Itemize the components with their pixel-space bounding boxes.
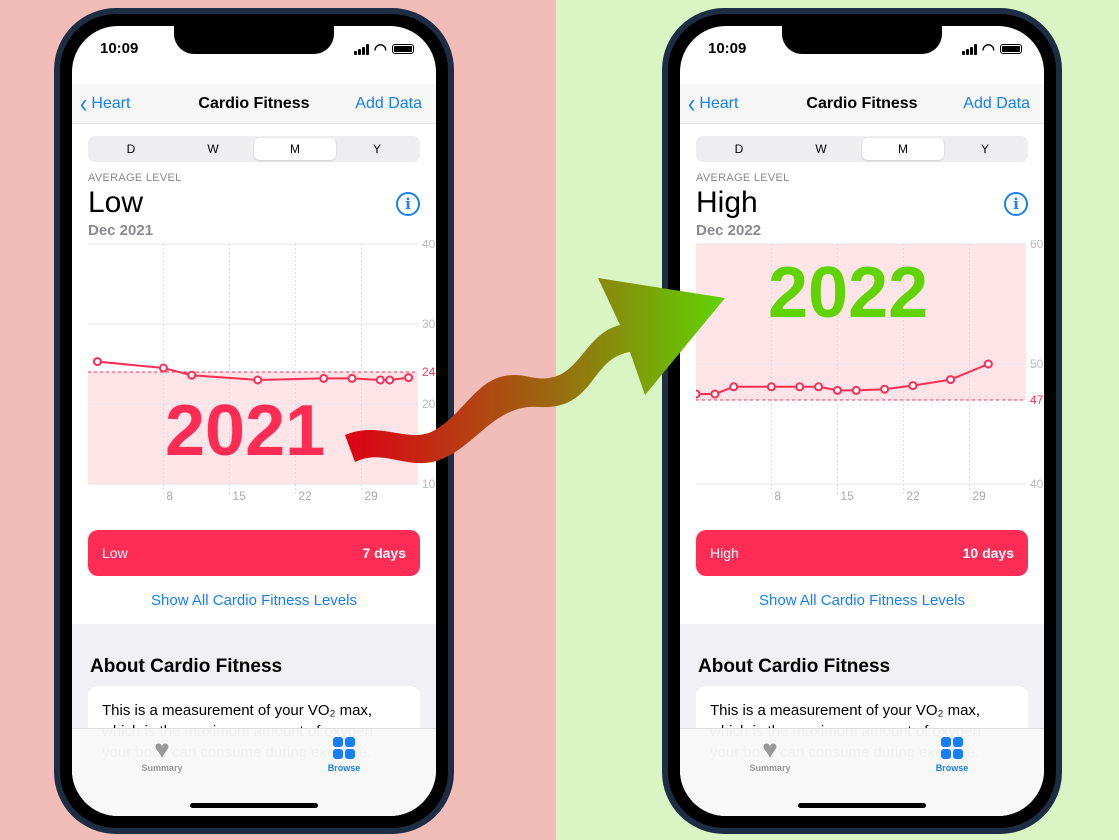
x-tick-label: 15 — [840, 489, 854, 503]
home-indicator — [190, 803, 318, 808]
date-range: Dec 2022 — [696, 222, 762, 239]
back-button[interactable]: ‹ Heart — [688, 87, 739, 118]
about-text: This is a measurement of your VO₂ max, — [102, 702, 373, 719]
segment-month[interactable]: M — [862, 138, 944, 160]
browse-grid-icon — [333, 737, 355, 759]
segment-year[interactable]: Y — [944, 138, 1026, 160]
chevron-left-icon: ‹ — [80, 87, 88, 118]
data-point — [187, 370, 197, 380]
time-range-control: D W M Y — [696, 136, 1028, 162]
about-text: This is a measurement of your VO₂ max, — [710, 702, 981, 719]
level-value: High — [696, 186, 758, 219]
wifi-icon: ◠ — [373, 41, 387, 58]
data-point — [832, 385, 842, 395]
clock: 10:09 — [708, 40, 747, 57]
average-label: AVERAGE LEVEL — [696, 172, 790, 184]
data-point — [92, 357, 102, 367]
x-tick-label: 15 — [232, 489, 246, 503]
data-point — [814, 382, 824, 392]
show-all-levels-link[interactable]: Show All Cardio Fitness Levels — [680, 592, 1044, 609]
clock: 10:09 — [100, 40, 139, 57]
info-icon[interactable]: i — [396, 192, 420, 216]
tab-label: Browse — [327, 763, 361, 773]
heart-icon: ♥ — [762, 734, 778, 764]
segment-day[interactable]: D — [90, 138, 172, 160]
segment-day[interactable]: D — [698, 138, 780, 160]
threshold-label: 47 — [1030, 393, 1044, 407]
status-bar: 10:09 ◠ — [708, 40, 1022, 58]
summary-level: Low — [102, 545, 128, 561]
year-label-2021: 2021 — [165, 391, 326, 471]
x-tick-label: 29 — [972, 489, 986, 503]
battery-icon — [1000, 44, 1022, 54]
tab-browse[interactable]: Browse — [304, 735, 384, 773]
data-point — [851, 385, 861, 395]
y-tick-label: 40 — [1030, 477, 1044, 491]
show-all-levels-link[interactable]: Show All Cardio Fitness Levels — [72, 592, 436, 609]
browse-grid-icon — [941, 737, 963, 759]
summary-days: 7 days — [362, 545, 406, 561]
level-summary-row[interactable]: High 10 days — [696, 530, 1028, 576]
x-tick-label: 22 — [298, 489, 312, 503]
data-point — [908, 381, 918, 391]
signal-icon — [353, 43, 369, 55]
data-point — [880, 384, 890, 394]
heart-icon: ♥ — [154, 734, 170, 764]
x-tick-label: 8 — [166, 489, 173, 503]
segment-week[interactable]: W — [780, 138, 862, 160]
data-point — [946, 375, 956, 385]
info-icon[interactable]: i — [1004, 192, 1028, 216]
home-indicator — [798, 803, 926, 808]
tab-summary[interactable]: ♥ Summary — [122, 735, 202, 773]
x-tick-label: 22 — [906, 489, 920, 503]
summary-days: 10 days — [962, 545, 1014, 561]
chevron-left-icon: ‹ — [688, 87, 696, 118]
nav-bar: ‹ Heart Cardio Fitness Add Data — [72, 84, 436, 124]
add-data-button[interactable]: Add Data — [355, 95, 422, 113]
trend-arrow-icon — [345, 278, 725, 464]
data-point — [158, 363, 168, 373]
y-tick-label: 50 — [1030, 357, 1044, 371]
about-title: About Cardio Fitness — [90, 656, 283, 677]
data-point — [253, 375, 263, 385]
battery-icon — [392, 44, 414, 54]
segment-month[interactable]: M — [254, 138, 336, 160]
data-point — [983, 359, 993, 369]
nav-bar: ‹ Heart Cardio Fitness Add Data — [680, 84, 1044, 124]
date-range: Dec 2021 — [88, 222, 154, 239]
status-bar: 10:09 ◠ — [100, 40, 414, 58]
data-point — [795, 382, 805, 392]
back-button[interactable]: ‹ Heart — [80, 87, 131, 118]
x-tick-label: 8 — [774, 489, 781, 503]
signal-icon — [961, 43, 977, 55]
tab-bar: ♥ Summary Browse — [680, 728, 1044, 816]
average-label: AVERAGE LEVEL — [88, 172, 182, 184]
tab-label: Summary — [749, 763, 791, 773]
wifi-icon: ◠ — [981, 41, 995, 58]
segment-year[interactable]: Y — [336, 138, 418, 160]
tab-bar: ♥ Summary Browse — [72, 728, 436, 816]
tab-summary[interactable]: ♥ Summary — [730, 735, 810, 773]
back-label: Heart — [699, 94, 739, 112]
tab-label: Summary — [141, 763, 183, 773]
data-point — [319, 373, 329, 383]
y-tick-label: 60 — [1030, 240, 1044, 251]
back-label: Heart — [91, 94, 131, 112]
level-summary-row[interactable]: Low 7 days — [88, 530, 420, 576]
segment-week[interactable]: W — [172, 138, 254, 160]
data-point — [766, 382, 776, 392]
y-tick-label: 40 — [422, 240, 436, 251]
tab-label: Browse — [935, 763, 969, 773]
tab-browse[interactable]: Browse — [912, 735, 992, 773]
summary-level: High — [710, 545, 739, 561]
time-range-control: D W M Y — [88, 136, 420, 162]
year-label-2022: 2022 — [768, 253, 929, 333]
add-data-button[interactable]: Add Data — [963, 95, 1030, 113]
about-title: About Cardio Fitness — [698, 656, 891, 677]
level-value: Low — [88, 186, 144, 219]
